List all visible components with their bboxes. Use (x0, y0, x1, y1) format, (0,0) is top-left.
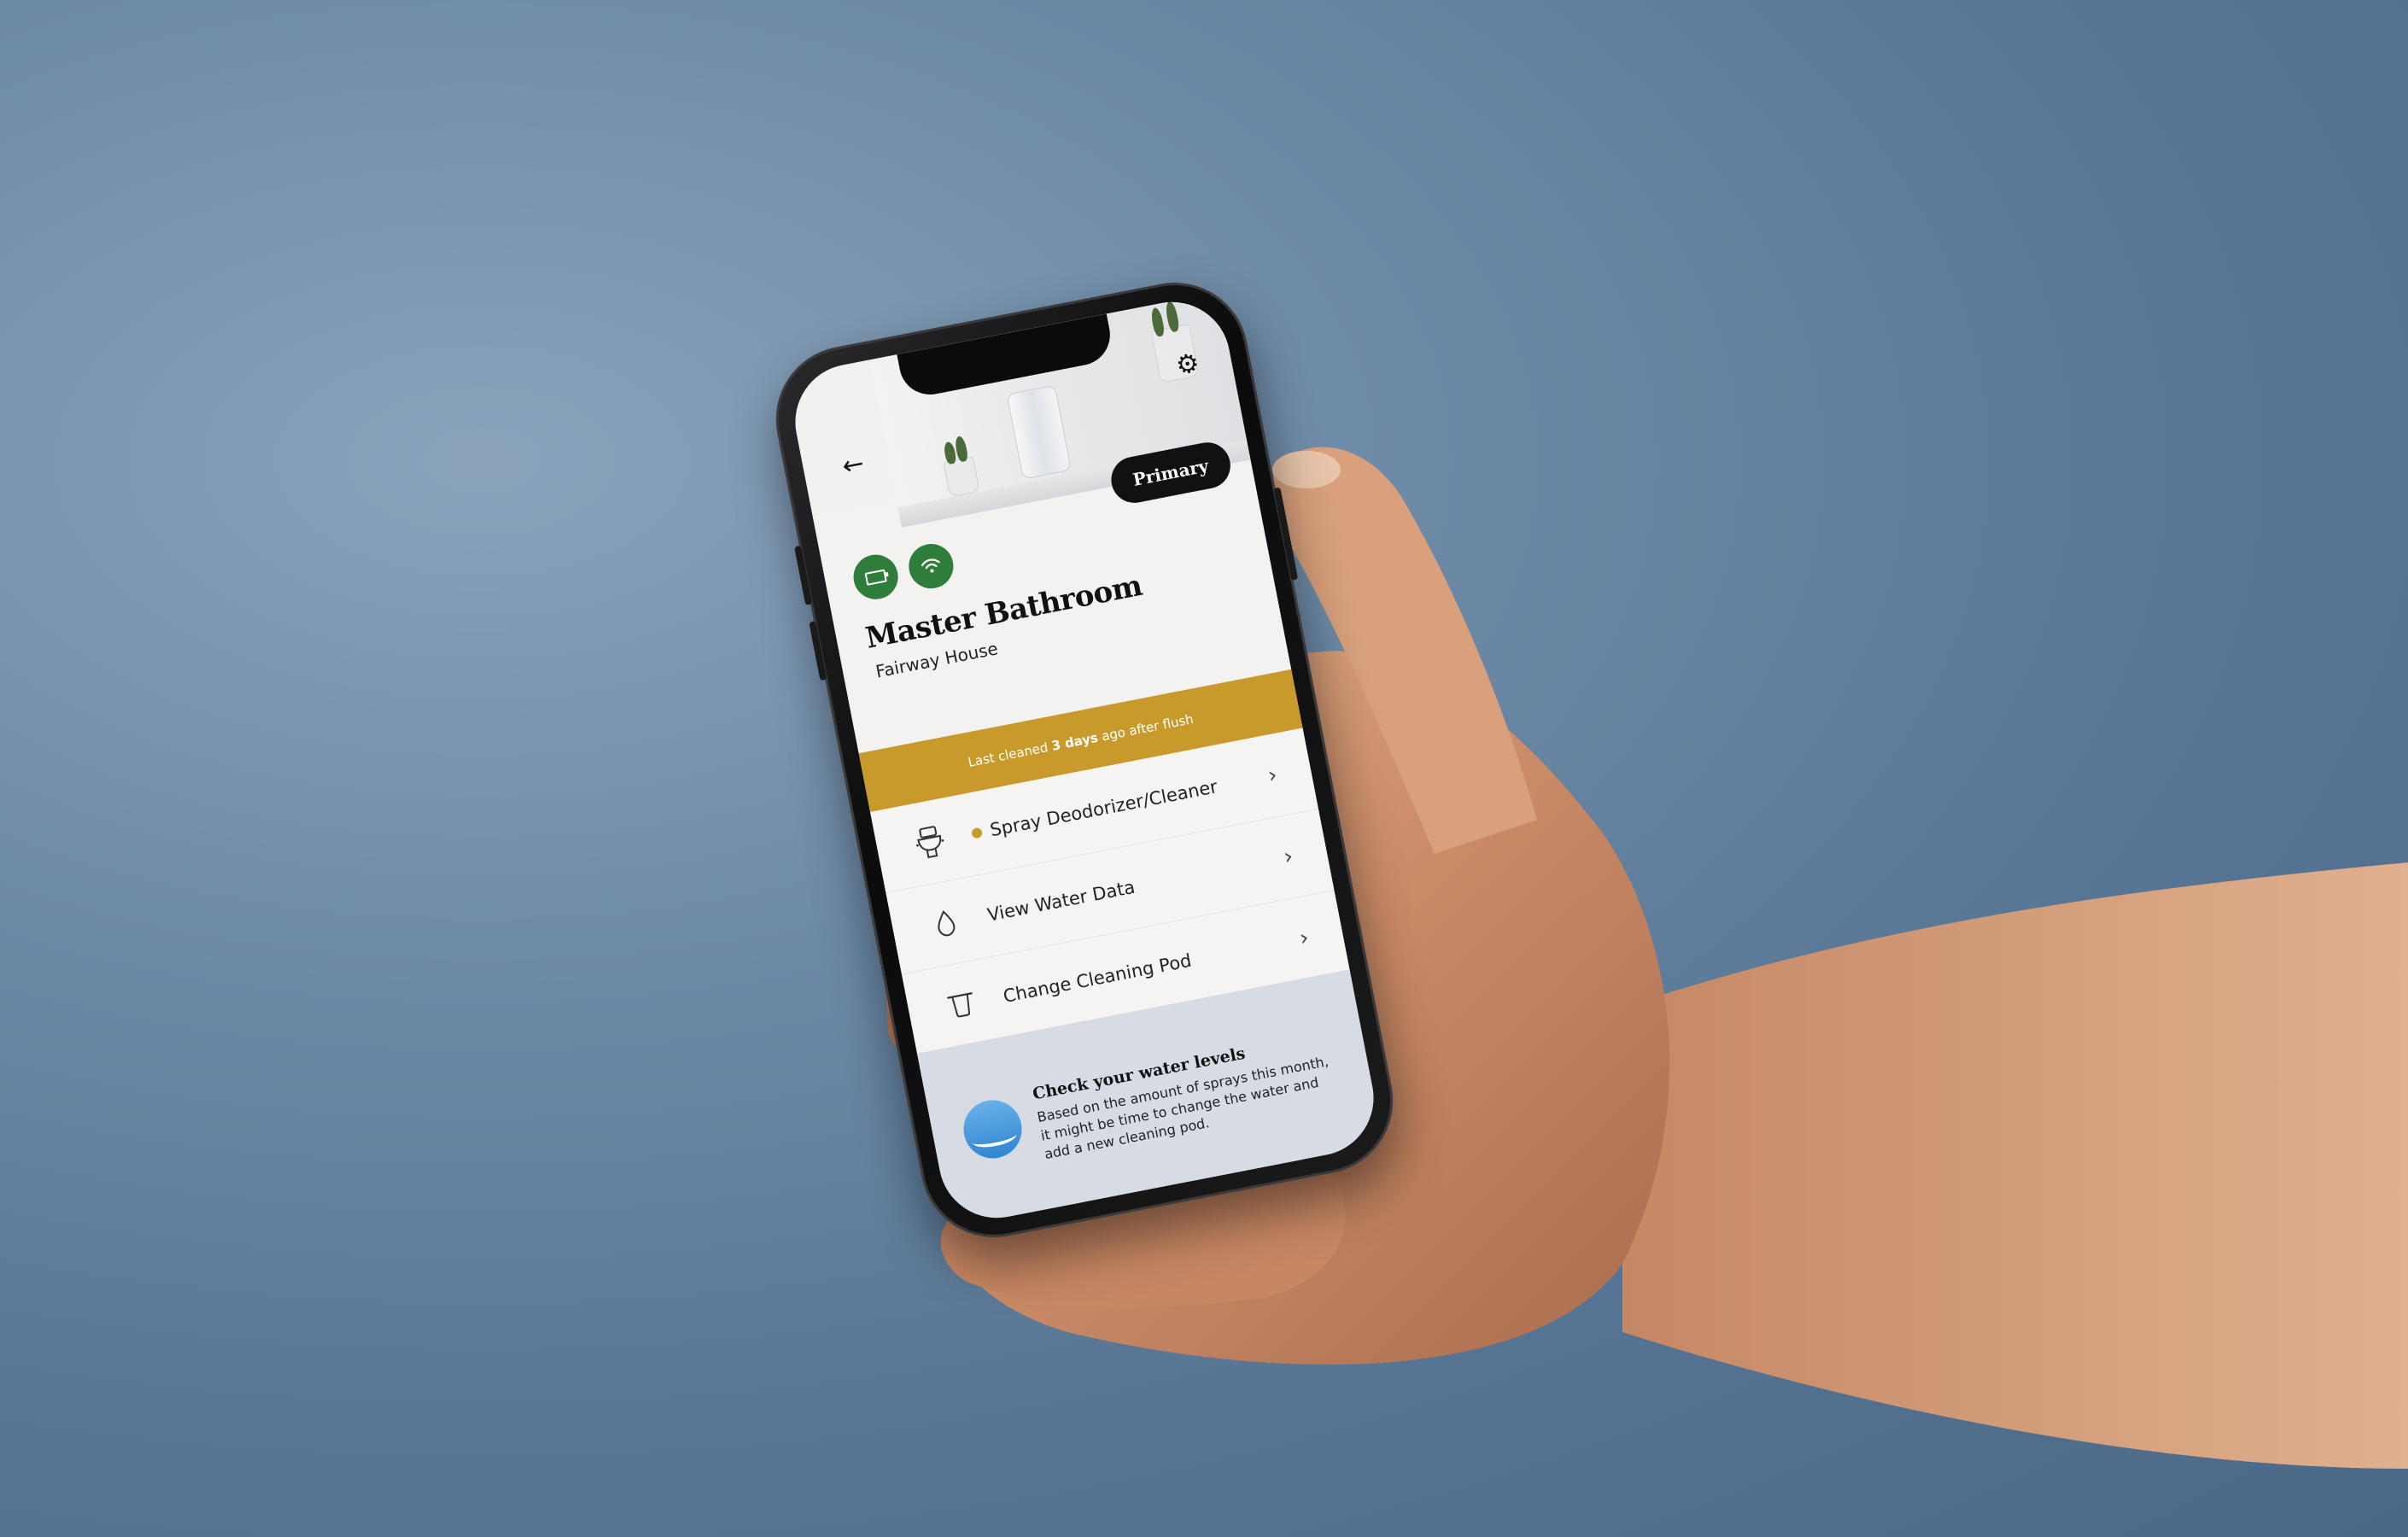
banner-highlight: 3 days (1050, 729, 1100, 754)
battery-status (846, 547, 905, 606)
banner-suffix: ago after flush (1096, 710, 1195, 745)
device-status-icons (846, 537, 961, 606)
alert-dot (970, 827, 984, 839)
spray-deodorizer-label: Spray Deodorizer/Cleaner (970, 776, 1219, 844)
spray-deodorizer-text: Spray Deodorizer/Cleaner (988, 776, 1219, 841)
cleaning-pod-icon (939, 983, 984, 1027)
back-button[interactable]: ← (833, 446, 874, 486)
chevron-right-icon: › (1297, 925, 1312, 952)
phone: ← ⚙ Primary Master Bathroom Fairway Hous… (763, 270, 1406, 1250)
wifi-icon (921, 558, 940, 573)
view-water-data-label: View Water Data (985, 876, 1137, 926)
toilet-spray-icon (908, 821, 952, 865)
chevron-right-icon: › (1265, 762, 1280, 790)
arrow-left-icon: ← (839, 448, 867, 482)
chevron-right-icon: › (1281, 843, 1295, 871)
plant-leaf-decoration (954, 435, 969, 463)
gear-icon: ⚙ (1173, 348, 1202, 382)
battery-icon (864, 569, 887, 586)
change-cleaning-pod-label: Change Cleaning Pod (1001, 950, 1194, 1007)
water-wave-decoration (971, 1126, 1018, 1151)
app-screen: ← ⚙ Primary Master Bathroom Fairway Hous… (785, 292, 1384, 1228)
water-drop-icon (924, 902, 968, 946)
water-level-icon (958, 1095, 1027, 1164)
banner-prefix: Last cleaned (967, 739, 1054, 770)
settings-button[interactable]: ⚙ (1166, 344, 1208, 386)
jar-decoration (1006, 384, 1072, 480)
wifi-status (902, 537, 961, 596)
